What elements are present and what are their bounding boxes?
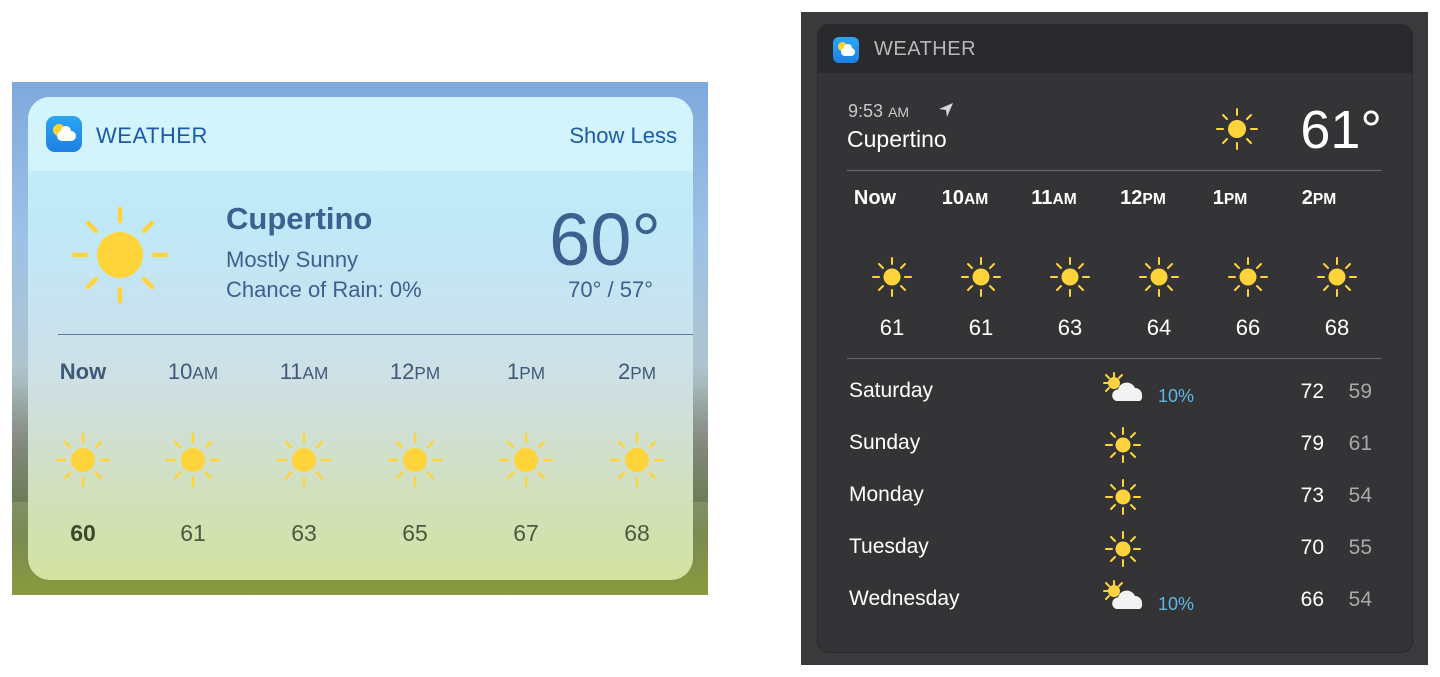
- precipitation-chance: 10%: [1158, 386, 1195, 406]
- condition-text: Mostly Sunny: [226, 247, 359, 272]
- hourly-icons: [28, 432, 693, 488]
- hourly-icons: [818, 255, 1412, 299]
- current-temperature: 60°: [549, 198, 661, 281]
- day-name: Sunday: [849, 431, 921, 454]
- day-name: Monday: [849, 483, 924, 506]
- sun-icon: [1114, 255, 1204, 304]
- hourly-labels: Now 10AM 11AM 12PM 1PM 2PM: [818, 187, 1412, 217]
- hourly-temp: 64: [1146, 315, 1172, 340]
- high-temp: 66: [1300, 588, 1324, 611]
- high-temp: 70: [1300, 536, 1324, 559]
- partly-cloudy-icon: [1100, 371, 1148, 412]
- sun-icon: [360, 432, 470, 493]
- hour-label: 1PM: [1212, 187, 1248, 209]
- current-time: 9:53 AM: [848, 101, 910, 121]
- low-temp: 55: [1348, 536, 1372, 559]
- hourly-temp: 65: [402, 520, 428, 546]
- hour-label: 11AM: [279, 359, 329, 384]
- sun-icon: [70, 205, 170, 310]
- hour-label: 10AM: [941, 187, 989, 209]
- mac-widget-header: WEATHER: [818, 25, 1412, 73]
- sun-icon: [138, 432, 248, 493]
- hourly-temp: 61: [879, 315, 905, 340]
- hourly-temp: 67: [513, 520, 539, 546]
- sun-icon: [1215, 107, 1259, 156]
- widget-title: WEATHER: [874, 38, 977, 60]
- sun-icon: [471, 432, 581, 493]
- divider: [58, 334, 693, 335]
- weather-app-icon: [833, 37, 859, 63]
- sun-icon: [28, 432, 138, 493]
- hour-label: 12PM: [389, 359, 441, 384]
- divider: [847, 170, 1382, 171]
- high-temp: 73: [1300, 484, 1324, 507]
- hourly-temp: 63: [291, 520, 317, 546]
- high-temp: 72: [1300, 380, 1324, 403]
- hour-label: 2PM: [618, 359, 656, 384]
- hour-label: 11AM: [1031, 187, 1077, 209]
- high-temp: 79: [1300, 432, 1324, 455]
- hourly-temperatures: 61 61 63 64 66 68: [818, 315, 1412, 345]
- hourly-temp: 63: [1057, 315, 1083, 340]
- hour-label: Now: [853, 187, 897, 209]
- hour-label: 12PM: [1120, 187, 1166, 209]
- widget-title: WEATHER: [96, 123, 208, 148]
- sun-icon: [1292, 255, 1382, 304]
- sun-icon: [582, 432, 692, 493]
- sun-icon: [1104, 426, 1142, 469]
- city-name: Cupertino: [226, 201, 373, 236]
- sun-icon: [1104, 530, 1142, 573]
- show-less-button[interactable]: Show Less: [569, 123, 677, 149]
- current-temperature: 61°: [1300, 100, 1382, 160]
- rain-chance-text: Chance of Rain: 0%: [226, 277, 422, 302]
- low-temp: 54: [1348, 588, 1372, 611]
- day-name: Tuesday: [849, 535, 929, 558]
- day-name: Saturday: [849, 379, 934, 402]
- hour-label: 2PM: [1301, 187, 1337, 209]
- day-name: Wednesday: [849, 587, 960, 610]
- hourly-temp: 68: [624, 520, 650, 546]
- location-arrow-icon: [938, 102, 954, 123]
- hourly-temp: 66: [1235, 315, 1261, 340]
- hourly-labels: Now 10AM 11AM 12PM 1PM 2PM: [28, 359, 693, 399]
- ios-weather-widget: WEATHER Show Less Cupertino Mostly Sunny…: [28, 97, 693, 580]
- low-temp: 61: [1348, 432, 1372, 455]
- hourly-temp: 60: [70, 520, 96, 546]
- sun-icon: [249, 432, 359, 493]
- sun-icon: [936, 255, 1026, 304]
- weather-app-icon: [46, 116, 82, 152]
- sun-icon: [1025, 255, 1115, 304]
- low-temp: 54: [1348, 484, 1372, 507]
- city-name: Cupertino: [847, 126, 947, 152]
- sun-icon: [1104, 478, 1142, 521]
- hour-label: 10AM: [167, 359, 219, 384]
- hourly-temperatures: 60 61 63 65 67 68: [28, 520, 693, 550]
- hourly-temp: 61: [968, 315, 994, 340]
- hour-label: 1PM: [507, 359, 545, 384]
- ios-widget-header: WEATHER Show Less: [28, 97, 693, 171]
- low-temp: 59: [1348, 380, 1372, 403]
- sun-icon: [1203, 255, 1293, 304]
- hour-label: Now: [59, 359, 107, 384]
- high-low-temperature: 70° / 57°: [568, 277, 653, 302]
- hourly-temp: 61: [180, 520, 206, 546]
- divider: [847, 358, 1382, 359]
- partly-cloudy-icon: [1100, 579, 1148, 620]
- sun-icon: [847, 255, 937, 304]
- precipitation-chance: 10%: [1158, 594, 1195, 614]
- mac-weather-widget: WEATHER 9:53 AM Cupertino 61° Now 10AM 1…: [817, 24, 1413, 653]
- hourly-temp: 68: [1324, 315, 1350, 340]
